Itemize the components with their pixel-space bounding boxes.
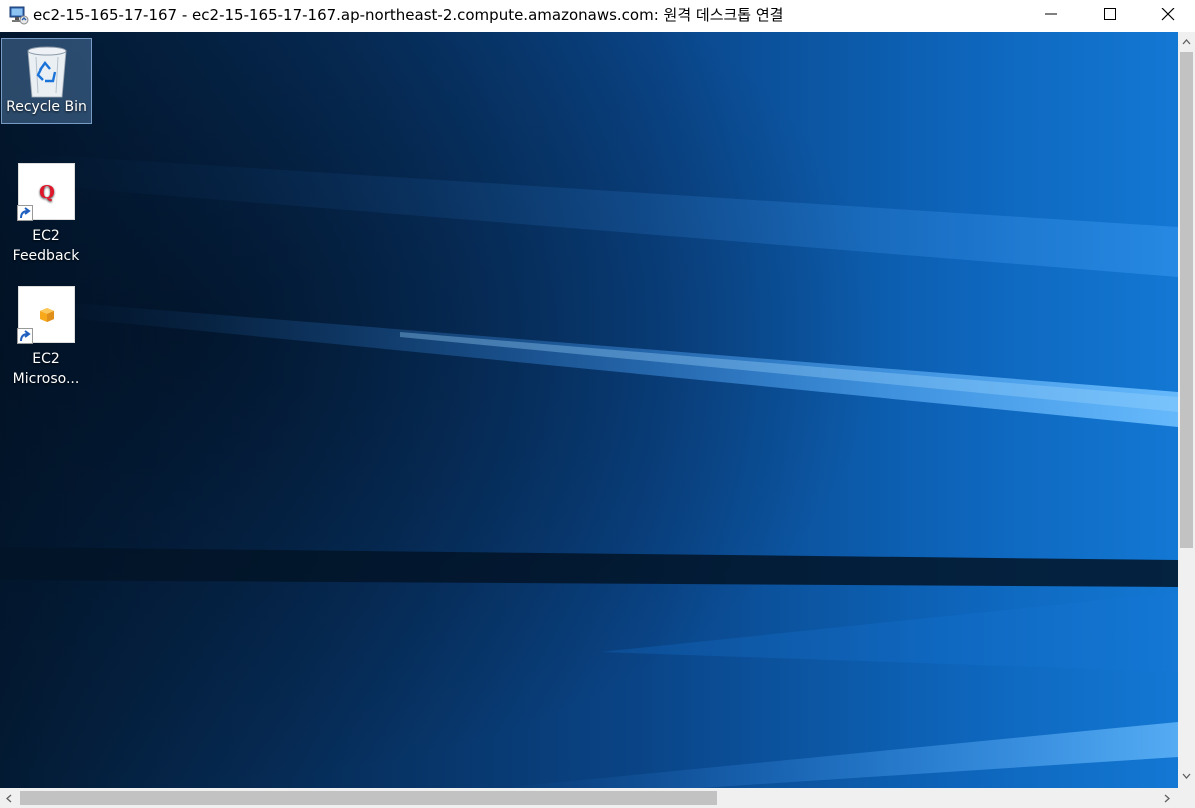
recycle-bin-icon xyxy=(22,43,72,99)
ec2-microsoft-label-line2: Microso... xyxy=(12,371,80,387)
shortcut-arrow-icon xyxy=(16,205,33,221)
minimize-button[interactable] xyxy=(1022,0,1080,30)
feedback-q-icon: Q xyxy=(16,163,75,221)
scrollbar-corner xyxy=(1178,788,1195,808)
horizontal-scroll-thumb[interactable] xyxy=(20,791,717,805)
ec2-feedback-shortcut[interactable]: Q EC2 Feedback xyxy=(1,163,91,266)
recycle-bin-label: Recycle Bin xyxy=(6,99,87,115)
scroll-up-icon[interactable] xyxy=(1182,38,1191,46)
scroll-left-icon[interactable] xyxy=(5,794,13,803)
wallpaper xyxy=(0,32,1178,788)
maximize-icon xyxy=(1104,8,1116,20)
close-icon xyxy=(1161,8,1175,21)
close-button[interactable] xyxy=(1139,0,1195,30)
recycle-bin-shortcut[interactable]: Recycle Bin xyxy=(1,38,92,124)
scroll-down-icon[interactable] xyxy=(1182,772,1191,780)
ec2-microsoft-shortcut[interactable]: EC2 Microso... xyxy=(1,286,91,389)
vertical-scroll-thumb[interactable] xyxy=(1180,52,1193,548)
svg-text:Q: Q xyxy=(39,182,55,203)
title-bar: ec2-15-165-17-167 - ec2-15-165-17-167.ap… xyxy=(0,0,1195,32)
remote-desktop-area[interactable]: Recycle Bin Q EC2 Feedback EC2 Microso..… xyxy=(0,32,1178,788)
ec2-feedback-label-line1: EC2 xyxy=(32,228,60,244)
shortcut-arrow-icon xyxy=(16,328,33,344)
vertical-scrollbar[interactable] xyxy=(1178,32,1195,788)
ec2-feedback-label-line2: Feedback xyxy=(12,248,80,264)
scroll-right-icon[interactable] xyxy=(1163,794,1171,803)
remote-desktop-icon[interactable] xyxy=(9,5,29,25)
horizontal-scrollbar[interactable] xyxy=(0,788,1178,808)
ec2-microsoft-label-line1: EC2 xyxy=(32,351,60,367)
maximize-button[interactable] xyxy=(1081,0,1139,30)
minimize-icon xyxy=(1045,13,1057,15)
window-title: ec2-15-165-17-167 - ec2-15-165-17-167.ap… xyxy=(33,6,784,24)
aws-box-icon xyxy=(16,286,75,344)
